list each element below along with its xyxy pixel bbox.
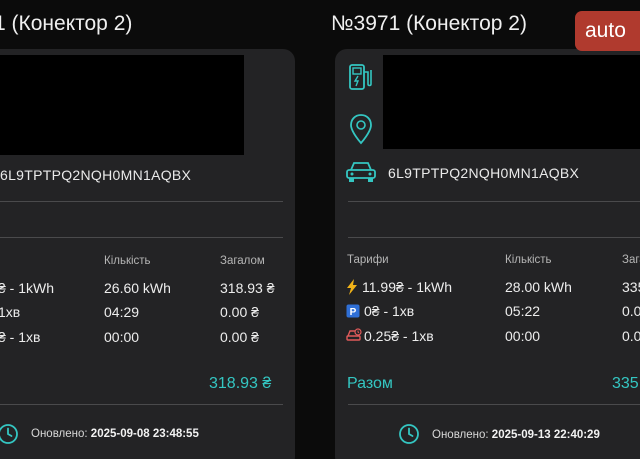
divider xyxy=(0,237,283,238)
vin-text: 6L9TPTPQ2NQH0MN1AQBX xyxy=(388,165,580,181)
updated-timestamp: Оновлено: 2025-09-13 22:40:29 xyxy=(432,429,600,441)
quantity-cell: 26.60 kWh xyxy=(104,280,171,296)
divider xyxy=(0,201,283,202)
divider xyxy=(348,237,640,238)
session-card-right: 6L9TPTPQ2NQH0MN1AQBX Тарифи Кількість За… xyxy=(335,49,640,459)
total-label: м xyxy=(0,375,1,393)
lightning-icon xyxy=(347,279,357,295)
session-card-left: 6L9TPTPQ2NQH0MN1AQBX Кількість Загалом ₴… xyxy=(0,49,295,459)
total-cell: 318.93 ₴ xyxy=(220,280,275,296)
quantity-cell: 05:22 xyxy=(505,303,541,319)
car-icon xyxy=(346,162,376,182)
total-value: 318.93 ₴ xyxy=(209,375,272,392)
quantity-cell: 04:29 xyxy=(104,304,140,320)
column-header-tariffs: Тарифи xyxy=(347,254,389,266)
updated-value: 2025-09-13 22:40:29 xyxy=(491,429,600,441)
divider xyxy=(348,404,640,405)
updated-label: Оновлено: xyxy=(31,428,88,440)
quantity-cell: 28.00 kWh xyxy=(505,279,572,295)
tariff-cell: ₴ - 1kWh xyxy=(0,280,55,296)
column-header-quantity: Кількість xyxy=(505,254,552,266)
redacted-block xyxy=(0,55,244,155)
updated-label: Оновлено: xyxy=(432,429,489,441)
clock-icon xyxy=(0,424,18,444)
updated-value: 2025-09-08 23:48:55 xyxy=(90,428,199,440)
idle-fee-icon xyxy=(346,328,362,341)
total-cell: 0.00 ₴ xyxy=(220,329,259,345)
parking-icon: P xyxy=(346,304,360,318)
total-cell: 335 xyxy=(622,279,640,295)
divider xyxy=(0,404,283,405)
total-label: Разом xyxy=(347,375,393,392)
quantity-cell: 00:00 xyxy=(505,328,541,344)
tariff-cell: 11.99₴ - 1kWh xyxy=(362,279,453,295)
session-title-right: №3971 (Конектор 2) xyxy=(331,12,527,35)
site-logo[interactable]: auto xyxy=(575,11,640,51)
tariff-cell: 0.25₴ - 1хв xyxy=(364,328,434,344)
tariff-cell: 1хв xyxy=(0,304,21,320)
vin-text: 6L9TPTPQ2NQH0MN1AQBX xyxy=(0,167,192,183)
location-pin-icon xyxy=(350,114,372,145)
column-header-total: Загалом xyxy=(220,255,265,267)
tariff-cell: ₴ - 1хв xyxy=(0,329,41,345)
column-header-quantity: Кількість xyxy=(104,255,151,267)
ev-charger-icon xyxy=(349,64,372,90)
column-header-total: Загалом xyxy=(622,254,640,266)
total-cell: 0.00 ₴ xyxy=(220,304,259,320)
total-cell: 0.00 xyxy=(622,328,640,344)
clock-icon xyxy=(399,424,419,444)
session-title-left: 1 (Конектор 2) xyxy=(0,12,133,35)
redacted-block xyxy=(383,55,640,149)
updated-timestamp: Оновлено: 2025-09-08 23:48:55 xyxy=(31,428,199,440)
tariff-cell: 0₴ - 1хв xyxy=(364,303,415,319)
divider xyxy=(348,201,640,202)
total-value: 335 xyxy=(612,375,639,392)
svg-text:P: P xyxy=(350,307,357,318)
quantity-cell: 00:00 xyxy=(104,329,140,345)
total-cell: 0.00 xyxy=(622,303,640,319)
